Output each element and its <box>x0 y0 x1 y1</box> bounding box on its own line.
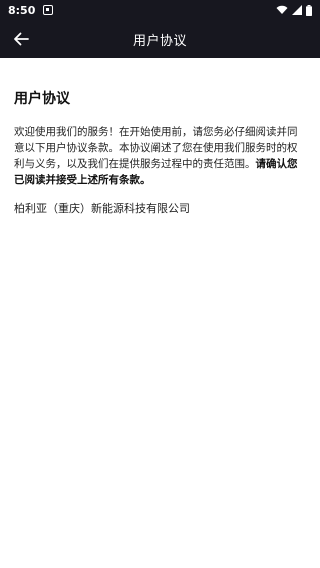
back-button[interactable] <box>8 26 34 52</box>
status-time: 8:50 <box>8 3 36 17</box>
agreement-title: 用户协议 <box>14 91 70 107</box>
app-bar: 用户协议 <box>0 20 320 58</box>
cellular-signal-icon <box>292 5 302 15</box>
wifi-icon <box>276 5 288 14</box>
status-icons <box>276 4 312 16</box>
status-bar: 8:50 <box>0 0 320 20</box>
agreement-body: 欢迎使用我们的服务！在开始使用前，请您务必仔细阅读并同意以下用户协议条款。本协议… <box>14 124 306 188</box>
arrow-left-icon <box>14 32 29 46</box>
page-title: 用户协议 <box>132 33 187 49</box>
company-name: 柏利亚（重庆）新能源科技有限公司 <box>14 202 190 215</box>
battery-icon <box>306 4 312 16</box>
notification-icon <box>43 5 54 15</box>
agreement-content: 用户协议 欢迎使用我们的服务！在开始使用前，请您务必仔细阅读并同意以下用户协议条… <box>0 58 320 216</box>
